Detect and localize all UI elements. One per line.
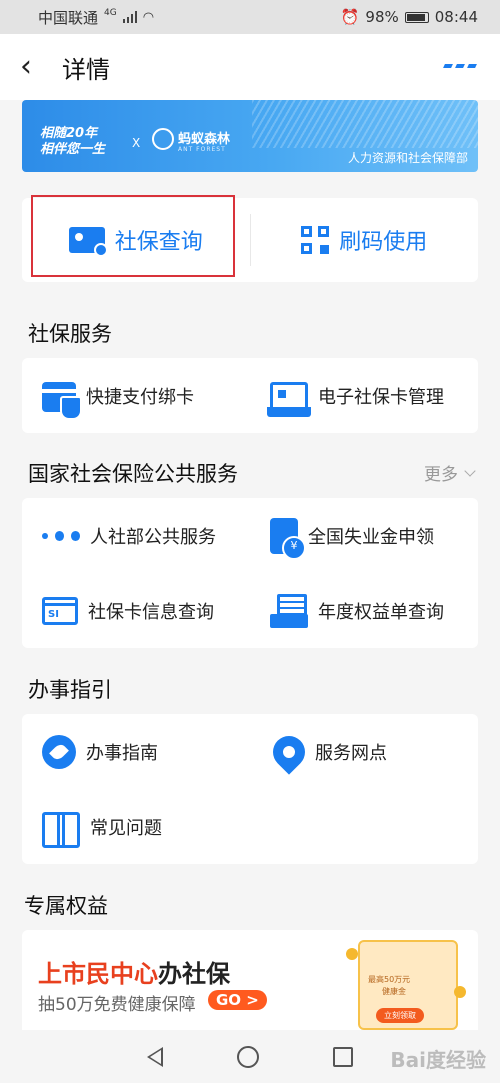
battery-icon <box>404 11 429 23</box>
partner-sub: ANT FOREST <box>178 146 226 153</box>
ant-forest-logo-icon <box>152 128 174 150</box>
compass-icon <box>42 734 76 769</box>
item-label: 电子社保卡管理 <box>318 386 444 408</box>
promo-banner[interactable]: 相随20年 相伴您一生 X 蚂蚁森林 ANT FOREST 人力资源和社会保障部 <box>22 100 478 172</box>
banner-pattern <box>252 100 478 148</box>
promo-art-cta: 立刻领取 <box>376 1008 424 1023</box>
back-triangle-icon[interactable] <box>147 1046 163 1067</box>
location-pin-icon <box>266 728 312 775</box>
scroll-content[interactable]: 相随20年 相伴您一生 X 蚂蚁森林 ANT FOREST 人力资源和社会保障部… <box>0 100 500 1030</box>
coin-icon <box>346 948 358 960</box>
carrier-label: 中国联通 <box>38 8 99 27</box>
item-label: 服务网点 <box>315 742 387 764</box>
nav-bar: ‹ 详情 <box>0 34 500 100</box>
card-shield-icon <box>42 381 82 420</box>
item-label: 快捷支付绑卡 <box>86 386 194 408</box>
page-title: 详情 <box>62 55 110 84</box>
item-label: 社保卡信息查询 <box>88 601 214 623</box>
service-outlets-item[interactable]: 服务网点 <box>250 714 478 789</box>
status-bar: 中国联通 4G ◠ ⏰ 98% 08:44 <box>0 0 500 34</box>
ministry-label: 人力资源和社会保障部 <box>347 151 468 165</box>
si-card-icon: SI <box>42 596 78 625</box>
scan-code-button[interactable]: 刷码使用 <box>251 198 479 282</box>
system-nav-bar: Bai度经验 <box>0 1030 500 1083</box>
national-services-card: 人社部公共服务 全国失业金申领 SI 社保卡信息查询 年度权益单查询 <box>22 498 478 648</box>
faq-item[interactable]: 常见问题 <box>22 789 250 864</box>
more-label: 更多 <box>424 465 458 485</box>
quick-pay-bind-card-item[interactable]: 快捷支付绑卡 <box>22 358 250 433</box>
slogan-line2: 相伴您一生 <box>40 142 106 157</box>
wifi-icon: ◠ <box>142 9 155 25</box>
section-title-benefits: 专属权益 <box>24 894 108 918</box>
item-label: 常见问题 <box>90 817 162 839</box>
section-title-national: 国家社会保险公共服务 <box>28 462 238 486</box>
more-dots-icon[interactable] <box>443 64 477 68</box>
watermark: Bai度经验 <box>390 1048 486 1072</box>
promo-title: 上市民中心办社保 <box>38 954 230 989</box>
banner-x: X <box>132 136 141 150</box>
social-security-query-button[interactable]: 社保查询 <box>22 195 250 282</box>
highlight-box <box>31 195 235 277</box>
item-label: 全国失业金申领 <box>308 526 434 548</box>
promo-illustration: 最高50万元 健康金 立刻领取 <box>346 940 466 1030</box>
social-security-card: 快捷支付绑卡 电子社保卡管理 <box>22 358 478 433</box>
card-info-query-item[interactable]: SI 社保卡信息查询 <box>22 573 250 648</box>
section-title-guide: 办事指引 <box>28 678 112 702</box>
promo-card[interactable]: 上市民中心办社保 抽50万免费健康保障 GO > 最高50万元 健康金 立刻领取 <box>22 930 478 1030</box>
section-title-social-security: 社保服务 <box>28 322 112 346</box>
mohrss-public-service-item[interactable]: 人社部公共服务 <box>22 498 250 573</box>
slogan-line1: 相随20年 <box>40 126 98 141</box>
signal-icon <box>122 11 137 23</box>
network-label: 4G <box>104 8 117 18</box>
service-guide-item[interactable]: 办事指南 <box>22 714 250 789</box>
quick-actions-card: 社保查询 刷码使用 <box>22 195 479 282</box>
item-label: 年度权益单查询 <box>318 601 444 623</box>
chevron-left-icon[interactable]: ‹ <box>20 52 60 82</box>
clock: 08:44 <box>434 8 478 26</box>
banner-slogan: 相随20年 相伴您一生 <box>40 126 105 158</box>
scan-code-label: 刷码使用 <box>339 230 428 255</box>
home-circle-icon[interactable] <box>237 1045 259 1068</box>
promo-art-label: 健康金 <box>382 987 406 996</box>
item-label: 人社部公共服务 <box>90 526 216 548</box>
promo-subtitle: 抽50万免费健康保障 <box>38 995 196 1015</box>
battery-percent: 98% <box>365 8 399 26</box>
recent-square-icon[interactable] <box>333 1046 353 1067</box>
chevron-down-icon <box>464 464 476 477</box>
promo-title-rest: 办社保 <box>158 960 230 988</box>
more-link[interactable]: 更多 <box>424 460 476 485</box>
envelope-list-icon <box>270 593 308 628</box>
three-dots-icon <box>42 517 80 555</box>
open-book-icon <box>42 811 80 848</box>
promo-art-amount: 最高50万元 <box>368 975 411 984</box>
document-yuan-icon <box>270 517 306 560</box>
e-card-tray-icon <box>267 381 311 417</box>
guide-card: 办事指南 服务网点 常见问题 <box>22 714 478 864</box>
alarm-icon: ⏰ <box>340 8 360 26</box>
go-button[interactable]: GO > <box>208 990 267 1010</box>
item-label: 办事指南 <box>86 742 158 764</box>
qr-code-icon <box>301 226 330 254</box>
annual-statement-query-item[interactable]: 年度权益单查询 <box>250 573 478 648</box>
partner-name: 蚂蚁森林 <box>178 132 231 147</box>
coin-icon <box>454 986 466 998</box>
unemployment-claim-item[interactable]: 全国失业金申领 <box>250 498 478 573</box>
e-card-manage-item[interactable]: 电子社保卡管理 <box>250 358 478 433</box>
promo-title-highlight: 上市民中心 <box>38 960 158 988</box>
